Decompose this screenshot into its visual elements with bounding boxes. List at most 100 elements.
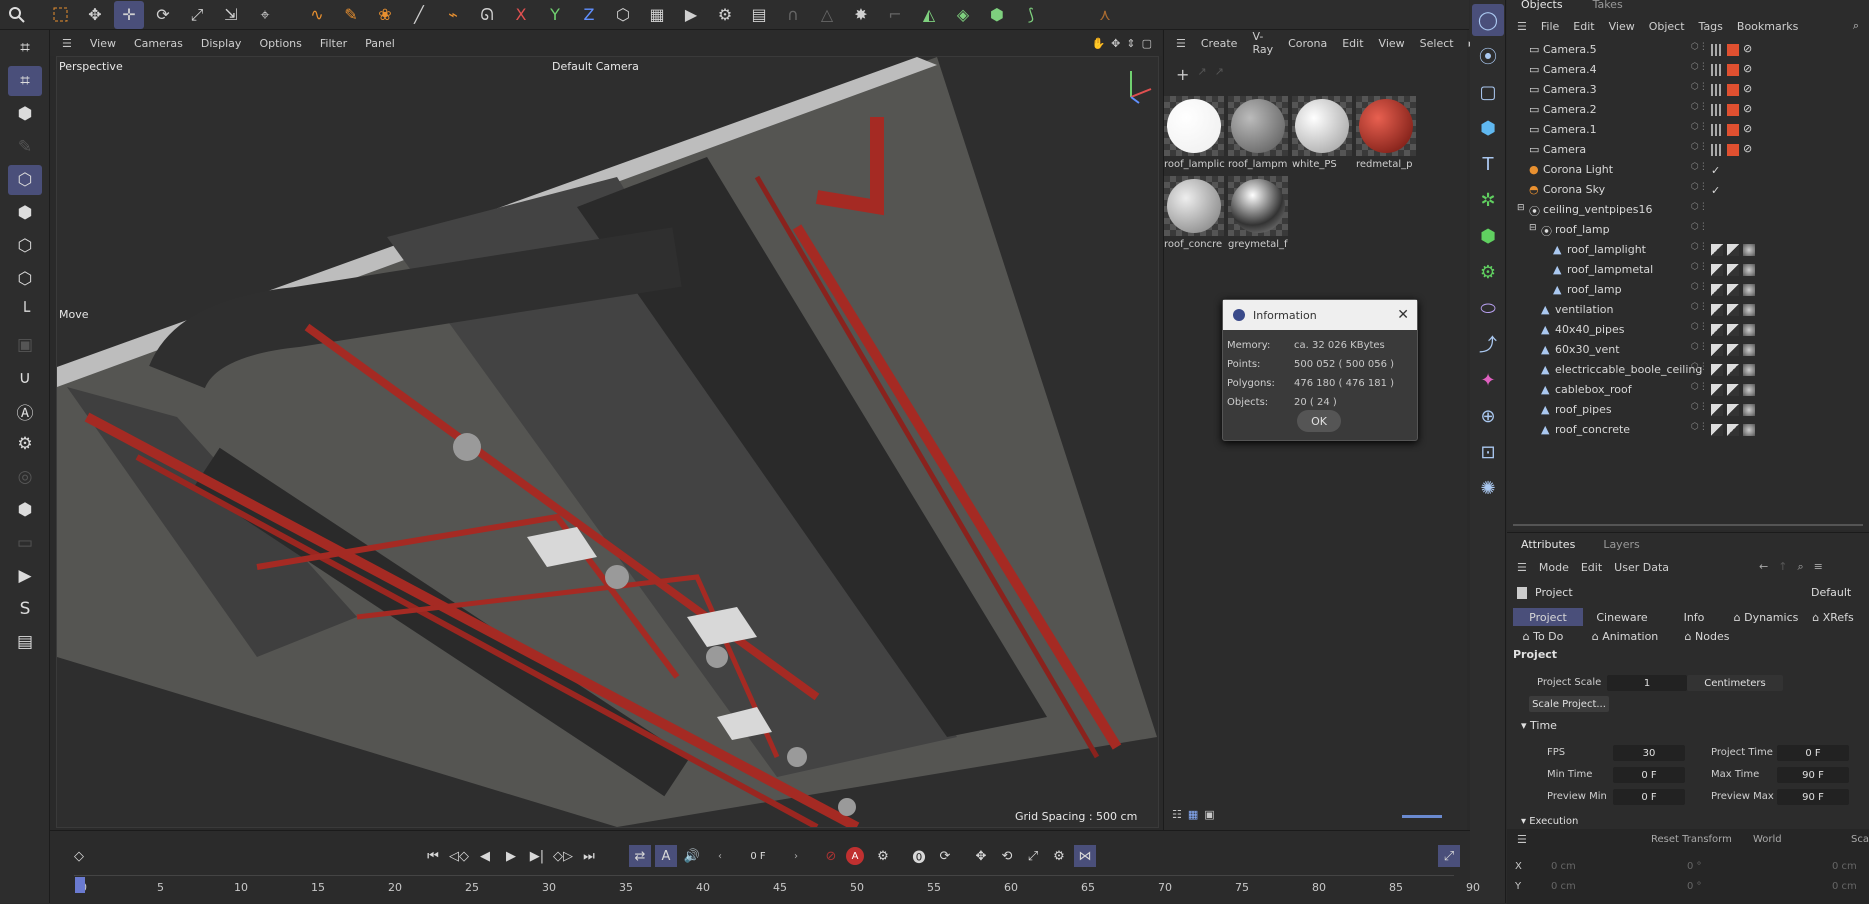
object-row[interactable]: ▲ cablebox_roof ⬡⋮: [1507, 380, 1869, 400]
object-mode-icon[interactable]: ◈: [948, 1, 978, 29]
uv-mode-icon[interactable]: ⟆: [1016, 1, 1046, 29]
section-time[interactable]: ▾ Time: [1521, 719, 1557, 732]
menu-user-data[interactable]: User Data: [1614, 561, 1669, 574]
checkmark-icon[interactable]: ✓: [1711, 164, 1720, 177]
uvw-tag-icon[interactable]: [1727, 264, 1739, 276]
corona-tag-icon[interactable]: [1727, 124, 1739, 136]
search-icon[interactable]: ⌕: [1853, 19, 1859, 33]
next-key-icon[interactable]: ◇▷: [552, 845, 574, 867]
polygon-mode-icon[interactable]: ◭: [914, 1, 944, 29]
search-icon[interactable]: [2, 1, 32, 29]
material-swatch[interactable]: greymetal_f: [1228, 176, 1288, 254]
uvw-tag-icon[interactable]: [1727, 424, 1739, 436]
large-view-icon[interactable]: ▣: [1204, 808, 1214, 821]
joint-icon[interactable]: ⋏: [1090, 1, 1120, 29]
visibility-toggle[interactable]: ⬡⋮: [1691, 42, 1708, 52]
placement-icon[interactable]: ⌖: [250, 1, 280, 29]
x-position-field[interactable]: 0 cm: [1551, 861, 1576, 872]
reset-transform-button[interactable]: Reset Transform: [1651, 834, 1732, 845]
scale-dropdown[interactable]: Sca: [1851, 834, 1869, 845]
preview-max-field[interactable]: 90 F: [1777, 789, 1849, 805]
transform-icon[interactable]: ⇲: [216, 1, 246, 29]
corona-tag-icon[interactable]: [1727, 84, 1739, 96]
object-manager-icon[interactable]: ⬢: [8, 99, 42, 129]
min-time-field[interactable]: 0 F: [1613, 767, 1685, 783]
key-point-icon[interactable]: ⋈: [1074, 845, 1096, 867]
visibility-toggle[interactable]: ⬡⋮: [1691, 202, 1708, 212]
field-icon[interactable]: ⤴: [1472, 328, 1504, 360]
object-row[interactable]: ◓ Corona Sky ⬡⋮ ✓: [1507, 180, 1869, 200]
material-swatch[interactable]: white_PS: [1292, 96, 1352, 174]
uvw-tag-icon[interactable]: [1727, 284, 1739, 296]
filter-icon[interactable]: ≡: [1814, 560, 1823, 574]
visibility-toggle[interactable]: ⬡⋮: [1691, 422, 1708, 432]
scale-project-button[interactable]: Scale Project...: [1529, 696, 1609, 712]
project-scale-field[interactable]: 1: [1607, 675, 1687, 691]
record-disabled-icon[interactable]: ⊘: [820, 845, 842, 867]
link-icon[interactable]: ↗: [1197, 65, 1206, 84]
visibility-toggle[interactable]: ⬡⋮: [1691, 242, 1708, 252]
visibility-toggle[interactable]: ⬡⋮: [1691, 102, 1708, 112]
key-scale-icon[interactable]: ⤢: [1022, 845, 1044, 867]
y-axis-icon[interactable]: Y: [540, 1, 570, 29]
menu-view[interactable]: View: [1609, 20, 1635, 33]
text-icon[interactable]: T: [1472, 148, 1504, 180]
key-param-icon[interactable]: ⚙: [1048, 845, 1070, 867]
f-curve-icon[interactable]: ⤢: [1438, 845, 1460, 867]
edges-mode-icon[interactable]: ⬡: [8, 231, 42, 261]
axis-icon[interactable]: ⌐: [880, 1, 910, 29]
key-position-icon[interactable]: ✥: [970, 845, 992, 867]
model-mode-icon[interactable]: ⬡: [8, 165, 42, 195]
uvw-tag-icon[interactable]: [1727, 344, 1739, 356]
x-rotation-field[interactable]: 0 °: [1687, 861, 1702, 872]
tab-takes[interactable]: Takes: [1593, 0, 1623, 12]
subtab-project[interactable]: Project: [1513, 608, 1583, 626]
protection-tag-icon[interactable]: ⊘: [1743, 103, 1755, 116]
z-axis-icon[interactable]: Z: [574, 1, 604, 29]
subtab-animation[interactable]: ⌂ Animation: [1575, 627, 1675, 645]
texture-mode-icon[interactable]: ▣: [8, 330, 42, 360]
uvw-tag-icon[interactable]: [1727, 364, 1739, 376]
object-row[interactable]: ▲ roof_concrete ⬡⋮: [1507, 420, 1869, 440]
phong-tag-icon[interactable]: [1711, 384, 1723, 396]
move-view-icon[interactable]: ✥: [1111, 37, 1120, 50]
corona-tag-icon[interactable]: [1727, 104, 1739, 116]
menu-hamburger-icon[interactable]: ☰: [62, 37, 72, 50]
workplane-grid-icon[interactable]: ⌗: [8, 66, 42, 96]
object-row[interactable]: ▲ 40x40_pipes ⬡⋮: [1507, 320, 1869, 340]
locked-workplane-icon[interactable]: Ⓐ: [8, 396, 42, 426]
menu-view[interactable]: View: [90, 37, 116, 50]
y-rotation-field[interactable]: 0 °: [1687, 881, 1702, 892]
workplane-icon[interactable]: △: [812, 1, 842, 29]
object-row[interactable]: ▭ Camera.1 ⬡⋮ ⊘: [1507, 120, 1869, 140]
visibility-toggle[interactable]: ⬡⋮: [1691, 262, 1708, 272]
subtab-dynamics[interactable]: ⌂ Dynamics: [1731, 608, 1801, 626]
uvw-tag-icon[interactable]: [1727, 304, 1739, 316]
close-icon[interactable]: ✕: [1397, 307, 1409, 323]
menu-edit[interactable]: Edit: [1573, 20, 1594, 33]
timeline-icon[interactable]: ▭: [8, 528, 42, 558]
section-execution[interactable]: ▾ Execution: [1521, 816, 1578, 827]
up-arrow-icon[interactable]: ↑: [1778, 560, 1787, 574]
visibility-toggle[interactable]: ⬡⋮: [1691, 302, 1708, 312]
add-material-icon[interactable]: +: [1176, 65, 1189, 84]
fps-field[interactable]: 30: [1613, 745, 1685, 761]
key-rotation-icon[interactable]: ⟲: [996, 845, 1018, 867]
expand-icon[interactable]: ⊟: [1529, 223, 1537, 233]
knife-icon[interactable]: ⌁: [438, 1, 468, 29]
menu-edit[interactable]: Edit: [1342, 37, 1363, 50]
phong-tag-icon[interactable]: [1711, 344, 1723, 356]
ok-button[interactable]: OK: [1297, 410, 1341, 432]
object-row[interactable]: ▲ roof_pipes ⬡⋮: [1507, 400, 1869, 420]
tab-attributes[interactable]: Attributes: [1521, 538, 1575, 551]
object-row[interactable]: ▭ Camera.5 ⬡⋮ ⊘: [1507, 40, 1869, 60]
visibility-toggle[interactable]: ⬡⋮: [1691, 82, 1708, 92]
object-row[interactable]: ▲ roof_lamplight ⬡⋮: [1507, 240, 1869, 260]
environment-icon[interactable]: ⊕: [1472, 400, 1504, 432]
link2-icon[interactable]: ↗: [1215, 65, 1224, 84]
material-tag-icon[interactable]: [1743, 344, 1755, 356]
coordinate-system-icon[interactable]: ⬡: [608, 1, 638, 29]
scale-tool-icon[interactable]: ⤢: [182, 1, 212, 29]
visibility-toggle[interactable]: ⬡⋮: [1691, 122, 1708, 132]
size-slider[interactable]: [1402, 815, 1442, 818]
